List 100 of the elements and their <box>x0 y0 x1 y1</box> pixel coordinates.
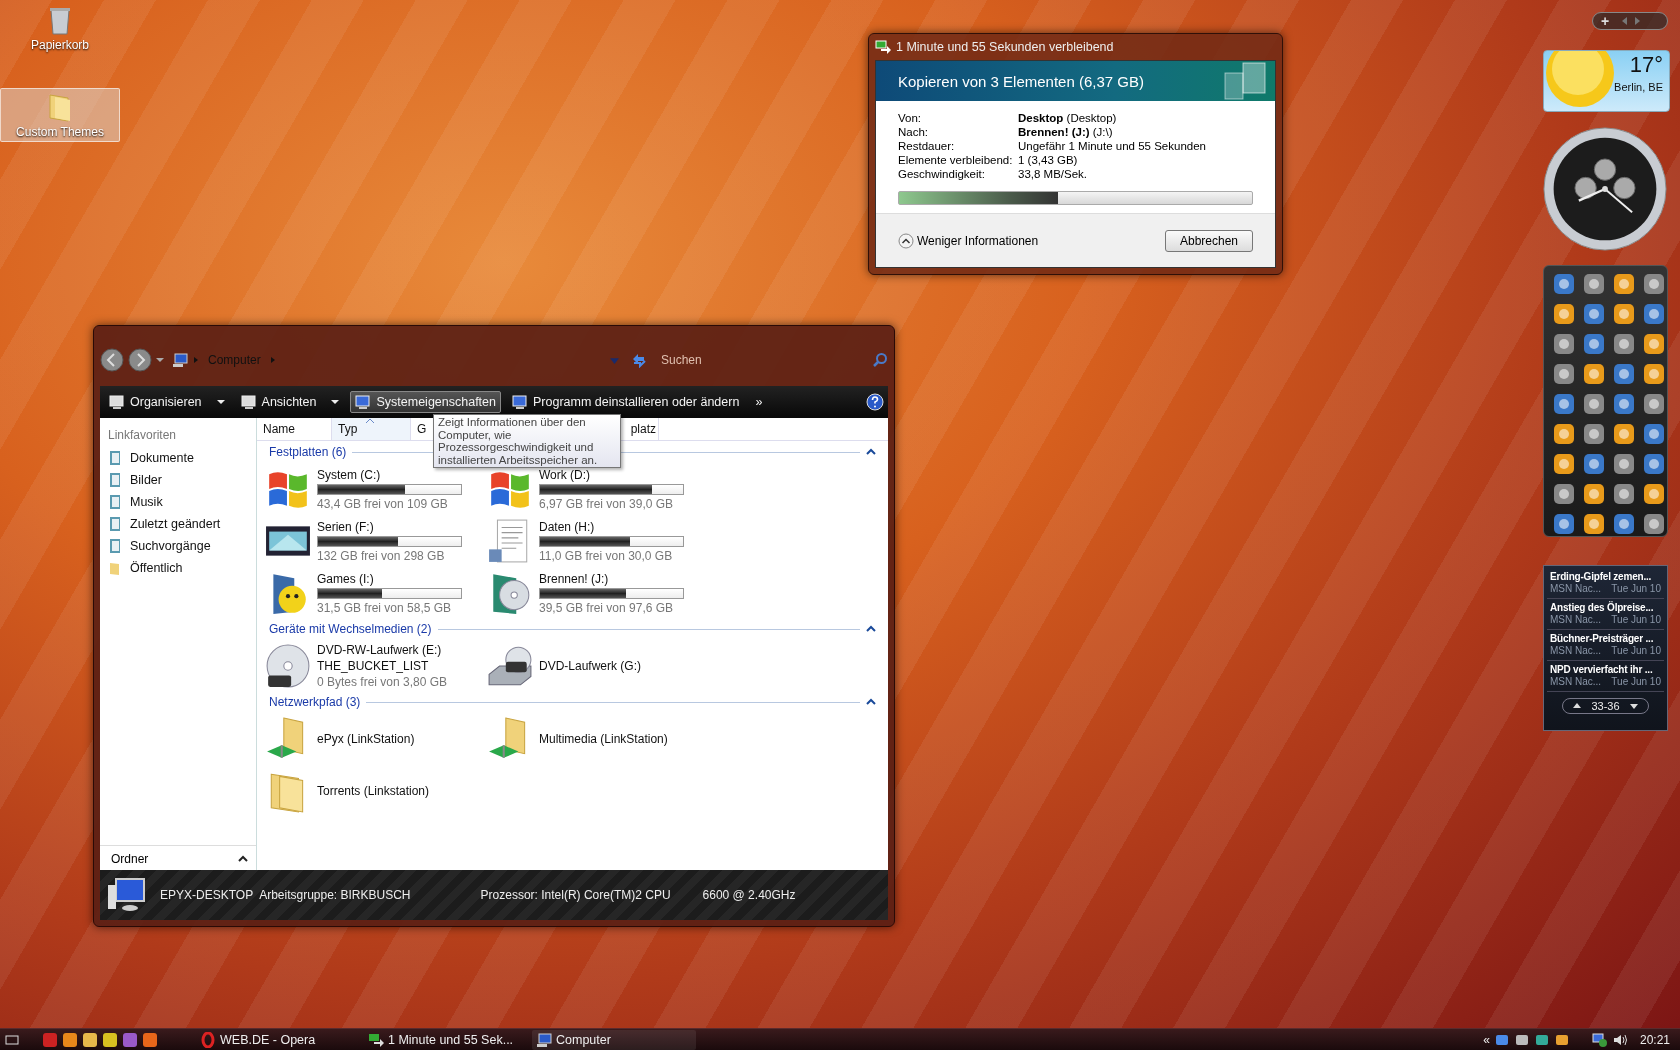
app-icon[interactable] <box>1642 302 1666 326</box>
cancel-button[interactable]: Abbrechen <box>1164 229 1253 252</box>
news-item[interactable]: Anstieg des Ölpreise... MSN Nac... Tue Jun 10 <box>1547 599 1664 630</box>
app-icon[interactable] <box>1552 452 1576 476</box>
app-icon[interactable] <box>1642 452 1666 476</box>
help-icon[interactable] <box>866 393 884 411</box>
app-icon[interactable] <box>1552 272 1576 296</box>
collapse-icon[interactable] <box>866 624 876 634</box>
drive-item[interactable]: Serien (F:) 132 GB frei von 298 GB <box>265 516 487 566</box>
favorite-link[interactable]: Musik <box>108 494 256 510</box>
app-icon[interactable] <box>1642 512 1666 536</box>
app-icon[interactable] <box>1552 512 1576 536</box>
app-icon[interactable] <box>1612 362 1636 386</box>
documents-icon <box>1223 61 1267 101</box>
app-icon[interactable] <box>1582 422 1606 446</box>
tray-expand-button[interactable]: « <box>1483 1032 1490 1047</box>
app-icon[interactable] <box>1642 392 1666 416</box>
app-icon[interactable] <box>1612 302 1636 326</box>
app-icon[interactable] <box>1612 392 1636 416</box>
status-text: Prozessor: Intel(R) Core(TM)2 CPU <box>480 888 671 902</box>
app-icon[interactable] <box>1612 512 1636 536</box>
app-icon[interactable] <box>1612 272 1636 296</box>
toolbar-button[interactable]: Ansichten <box>235 391 345 413</box>
drive-item[interactable]: Multimedia (LinkStation) <box>487 714 709 764</box>
taskbar-button[interactable]: WEB.DE - Opera <box>196 1029 360 1050</box>
app-icon[interactable] <box>1552 332 1576 356</box>
drive-item[interactable]: Games (I:) 31,5 GB frei von 58,5 GB <box>265 568 487 618</box>
quick-launch-icon[interactable] <box>122 1031 138 1048</box>
group-heading[interactable]: Netzwerkpfad (3) <box>269 695 361 709</box>
favorite-link[interactable]: Öffentlich <box>108 560 256 576</box>
column-header[interactable]: Typ <box>332 418 411 440</box>
search-icon[interactable] <box>872 352 888 368</box>
add-gadget-button[interactable]: + <box>1601 14 1610 28</box>
group-heading[interactable]: Geräte mit Wechselmedien (2) <box>269 622 432 636</box>
quick-launch-icon[interactable] <box>82 1031 98 1048</box>
toolbar-button[interactable]: Systemeigenschaften <box>350 391 501 413</box>
clock: 20:21 <box>1639 1032 1670 1047</box>
status-text: EPYX-DESKTOP <box>160 888 254 902</box>
app-icon[interactable] <box>1582 452 1606 476</box>
favorite-link[interactable]: Zuletzt geändert <box>108 516 256 532</box>
app-icon[interactable] <box>1642 272 1666 296</box>
drive-item[interactable]: Torrents (Linkstation) <box>265 766 487 816</box>
app-icon[interactable] <box>1582 512 1606 536</box>
taskbar-button[interactable]: Computer <box>532 1029 696 1050</box>
app-icon[interactable] <box>1582 362 1606 386</box>
app-icon[interactable] <box>1552 392 1576 416</box>
app-icon[interactable] <box>1582 302 1606 326</box>
quick-launch-icon[interactable] <box>142 1031 158 1048</box>
quick-launch-icon[interactable] <box>102 1031 118 1048</box>
app-icon[interactable] <box>1642 332 1666 356</box>
favorite-link[interactable]: Suchvorgänge <box>108 538 256 554</box>
free-space: 6,97 GB frei von 39,0 GB <box>539 496 675 511</box>
app-icon[interactable] <box>1582 392 1606 416</box>
app-icon[interactable] <box>1612 452 1636 476</box>
collapse-icon[interactable] <box>866 697 876 707</box>
next-icon[interactable] <box>1629 702 1638 710</box>
drive-item[interactable]: Brennen! (J:) 39,5 GB frei von 97,6 GB <box>487 568 709 618</box>
app-icon[interactable] <box>1642 482 1666 506</box>
drive-item[interactable]: DVD-Laufwerk (G:) <box>487 641 709 691</box>
news-headline: Erding-Gipfel zemen... <box>1550 570 1653 583</box>
app-icon[interactable] <box>1612 422 1636 446</box>
refresh-icon[interactable] <box>631 352 647 368</box>
previous-icon[interactable] <box>1573 702 1582 710</box>
news-item[interactable]: Erding-Gipfel zemen... MSN Nac... Tue Jun 10 <box>1547 568 1664 599</box>
drive-item[interactable]: ePyx (LinkStation) <box>265 714 487 764</box>
favorite-link[interactable]: Bilder <box>108 472 256 488</box>
forward-button[interactable] <box>128 348 152 372</box>
app-icon[interactable] <box>1582 272 1606 296</box>
app-icon[interactable] <box>1552 302 1576 326</box>
collapse-icon[interactable] <box>866 447 876 457</box>
app-icon[interactable] <box>1582 332 1606 356</box>
news-item[interactable]: Büchner-Preisträger ... MSN Nac... Tue Jun 10 <box>1547 630 1664 661</box>
more-button[interactable]: » <box>750 392 768 412</box>
toolbar-button[interactable]: Organisieren <box>104 391 230 413</box>
favorite-link[interactable]: Dokumente <box>108 450 256 466</box>
news-date: Tue Jun 10 <box>1611 676 1661 687</box>
group-heading[interactable]: Festplatten (6) <box>269 445 347 459</box>
taskbar-button[interactable]: 1 Minute und 55 Sek... <box>364 1029 528 1050</box>
app-icon[interactable] <box>1642 422 1666 446</box>
network-icon[interactable] <box>1591 1031 1608 1048</box>
toolbar-button[interactable]: Programm deinstallieren oder ändern <box>507 391 745 413</box>
app-icon[interactable] <box>1552 482 1576 506</box>
app-icon[interactable] <box>1552 362 1576 386</box>
app-icon[interactable] <box>1612 482 1636 506</box>
details-toggle[interactable]: Weniger Informationen <box>898 232 1039 249</box>
free-space: 132 GB frei von 298 GB <box>317 548 446 563</box>
drive-item[interactable]: DVD-RW-Laufwerk (E:) THE_BUCKET_LIST 0 Bytes frei von 3,80 GB <box>265 641 487 691</box>
drive-item[interactable]: Daten (H:) 11,0 GB frei von 30,0 GB <box>487 516 709 566</box>
caret-icon[interactable] <box>156 356 164 364</box>
app-icon[interactable] <box>1552 422 1576 446</box>
app-icon[interactable] <box>1582 482 1606 506</box>
news-item[interactable]: NPD vervierfacht ihr ... MSN Nac... Tue Jun 10 <box>1547 661 1664 692</box>
status-text: Arbeitsgruppe: BIRKBUSCH <box>259 888 411 902</box>
app-icon[interactable] <box>1642 362 1666 386</box>
back-button[interactable] <box>100 348 124 372</box>
search-field[interactable]: Suchen <box>659 352 868 368</box>
quick-launch-icon[interactable] <box>62 1031 78 1048</box>
temperature: 17° <box>1629 52 1663 78</box>
app-icon[interactable] <box>1612 332 1636 356</box>
ring-icon <box>200 1031 216 1048</box>
